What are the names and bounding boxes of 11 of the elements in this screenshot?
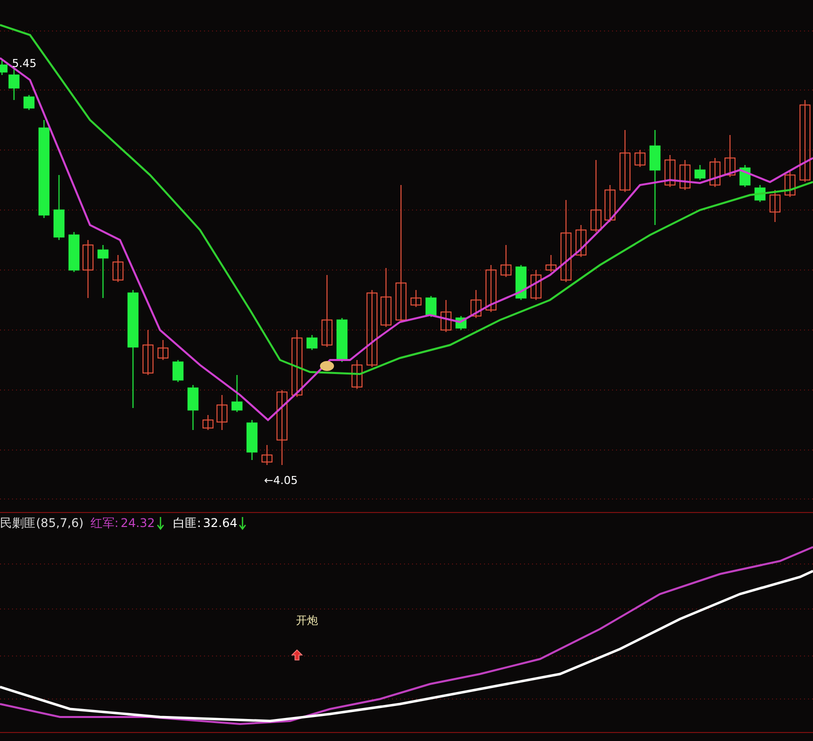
high-price-label: 5.45 xyxy=(12,56,36,72)
series-name: 红军: xyxy=(90,515,119,532)
signal-label: 开炮 xyxy=(296,613,318,629)
down-arrow-icon xyxy=(156,516,164,530)
low-price-label: ←4.05 xyxy=(264,473,298,489)
down-arrow-icon xyxy=(239,516,246,530)
series-value: 24.32 xyxy=(120,515,155,532)
indicator-name: 民剿匪(85,7,6) xyxy=(0,515,84,532)
series-name: 白匪: xyxy=(172,515,201,532)
up-arrow-icon xyxy=(291,649,303,661)
series-value: 32.64 xyxy=(202,515,238,532)
